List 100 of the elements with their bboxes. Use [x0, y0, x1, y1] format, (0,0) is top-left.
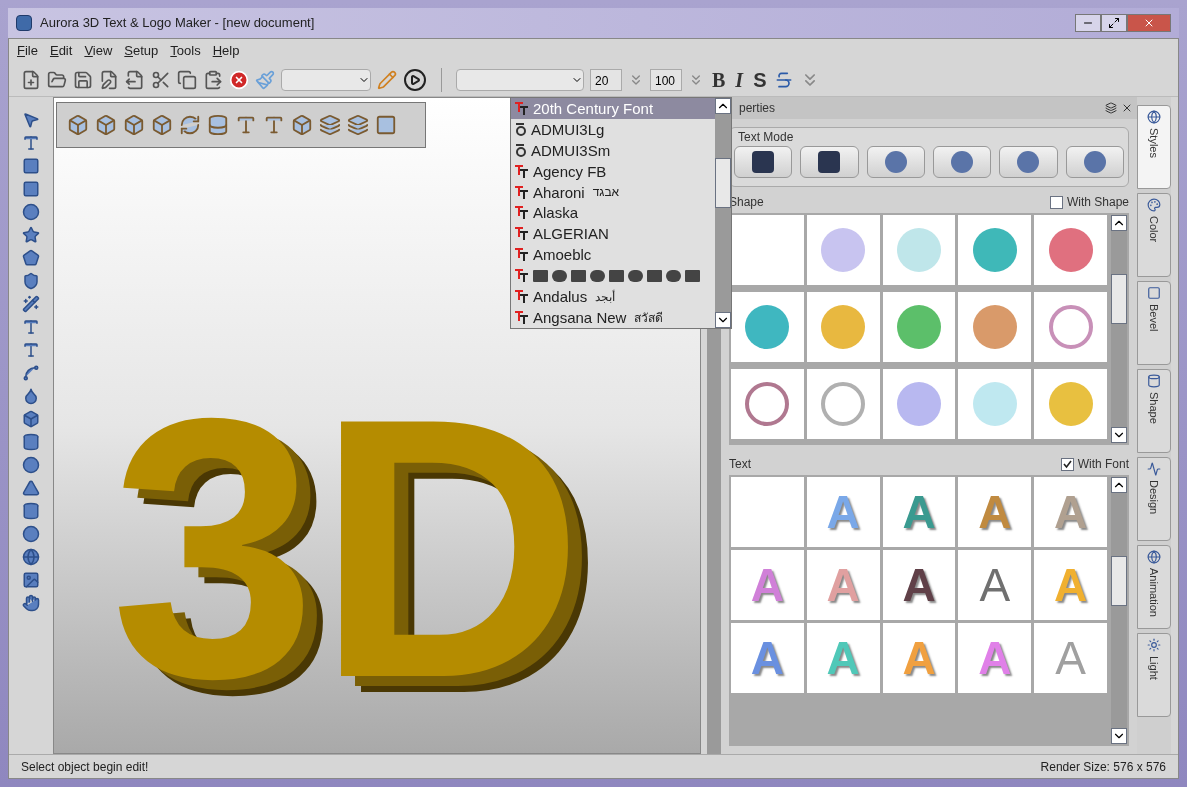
paste-icon[interactable]: [203, 69, 223, 90]
float-icon[interactable]: [1105, 102, 1117, 114]
side-tab[interactable]: Light: [1137, 633, 1171, 717]
text-style-swatch[interactable]: A: [882, 550, 956, 620]
side-tab[interactable]: Shape: [1137, 369, 1171, 453]
tool-icon[interactable]: [22, 594, 40, 612]
tool-icon[interactable]: [22, 456, 40, 474]
tool-icon[interactable]: [22, 180, 40, 198]
shape-swatch[interactable]: [882, 292, 956, 362]
menu-item[interactable]: Setup: [124, 41, 159, 61]
toolbar-icon[interactable]: [179, 114, 201, 136]
scroll-down-icon[interactable]: [1111, 728, 1127, 744]
shadow-button[interactable]: S: [751, 64, 769, 95]
shape-swatch[interactable]: [1034, 292, 1107, 362]
shape-swatch[interactable]: [1034, 369, 1107, 439]
tool-icon[interactable]: [22, 548, 40, 566]
shape-swatch[interactable]: [731, 292, 804, 362]
scrollbar-thumb[interactable]: [715, 158, 731, 208]
shape-swatch[interactable]: [882, 215, 956, 285]
scroll-down-icon[interactable]: [715, 312, 731, 328]
scroll-up-icon[interactable]: [1111, 477, 1127, 493]
checkbox[interactable]: [1060, 457, 1074, 471]
toolbar-icon[interactable]: [263, 114, 285, 136]
export-icon[interactable]: [125, 69, 145, 90]
shape-swatch[interactable]: [958, 215, 1032, 285]
tool-icon[interactable]: [22, 410, 40, 428]
side-tab[interactable]: Styles: [1137, 105, 1171, 189]
tool-icon[interactable]: [22, 341, 40, 359]
menu-item[interactable]: File: [17, 41, 38, 61]
font-list-item[interactable]: ADMUI3Sm: [511, 139, 715, 161]
open-folder-icon[interactable]: [47, 69, 67, 90]
tool-icon[interactable]: [22, 318, 40, 336]
copy-icon[interactable]: [177, 69, 197, 90]
save-as-icon[interactable]: [99, 69, 119, 90]
save-icon[interactable]: [73, 69, 93, 90]
delete-icon[interactable]: [229, 69, 249, 90]
italic-button[interactable]: I: [733, 64, 746, 95]
shape-swatch[interactable]: [958, 292, 1032, 362]
shape-swatch[interactable]: [731, 215, 804, 285]
toolbar-icon[interactable]: [151, 114, 173, 136]
font-list-item[interactable]: Agency FB: [511, 160, 715, 182]
font-list-item[interactable]: Amoeblc: [511, 244, 715, 266]
tool-icon[interactable]: [22, 249, 40, 267]
tool-icon[interactable]: [22, 134, 40, 152]
tool-icon[interactable]: [22, 111, 40, 129]
menu-item[interactable]: Tools: [170, 41, 201, 61]
tool-icon[interactable]: [22, 157, 40, 175]
toolbar-icon[interactable]: [207, 114, 229, 136]
tool-icon[interactable]: [22, 502, 40, 520]
toolbar-icon[interactable]: [95, 114, 117, 136]
scrollbar[interactable]: [715, 98, 731, 328]
toolbar-icon[interactable]: [235, 114, 257, 136]
maximize-button[interactable]: [1101, 14, 1127, 32]
side-tab[interactable]: Bevel: [1137, 281, 1171, 365]
side-tab[interactable]: Color: [1137, 193, 1171, 277]
tool-icon[interactable]: [22, 272, 40, 290]
minimize-button[interactable]: [1075, 14, 1101, 32]
font-list-item[interactable]: Alaska: [511, 202, 715, 224]
text-mode-button[interactable]: [734, 146, 793, 178]
tool-icon[interactable]: [22, 525, 40, 543]
new-file-icon[interactable]: [21, 69, 41, 90]
scrollbar-thumb[interactable]: [1111, 555, 1127, 606]
bold-button[interactable]: B: [710, 64, 728, 95]
scroll-up-icon[interactable]: [1111, 215, 1127, 231]
tool-icon[interactable]: [22, 364, 40, 382]
tool-icon[interactable]: [22, 571, 40, 589]
scale-field[interactable]: 100: [650, 68, 682, 91]
font-size-field[interactable]: 20: [590, 68, 622, 91]
toolbar-icon[interactable]: [347, 114, 369, 136]
scrollbar[interactable]: [1111, 215, 1127, 443]
scroll-up-icon[interactable]: [715, 98, 731, 114]
tool-icon[interactable]: [22, 387, 40, 405]
menu-item[interactable]: Help: [212, 41, 240, 61]
font-list-item[interactable]: ALGERIAN: [511, 223, 715, 245]
shape-swatch[interactable]: [958, 369, 1032, 439]
shape-swatch[interactable]: [806, 215, 880, 285]
shape-swatch[interactable]: [731, 369, 804, 439]
shape-swatch[interactable]: [806, 369, 880, 439]
text-style-swatch[interactable]: [731, 477, 804, 547]
toolbar-icon[interactable]: [319, 114, 341, 136]
side-tab[interactable]: Animation: [1137, 545, 1171, 629]
toolbar-icon[interactable]: [67, 114, 89, 136]
tool-icon[interactable]: [22, 295, 40, 313]
toolbar-icon[interactable]: [123, 114, 145, 136]
play-icon[interactable]: [403, 67, 427, 92]
checkbox[interactable]: [1049, 195, 1063, 209]
scissors-icon[interactable]: [151, 69, 171, 90]
scroll-down-icon[interactable]: [1111, 427, 1127, 443]
tool-icon[interactable]: [22, 226, 40, 244]
shape-swatch[interactable]: [882, 369, 956, 439]
font-list-item[interactable]: Angsana New สวัสดี: [511, 307, 715, 328]
scrollbar[interactable]: [1111, 477, 1127, 744]
text-mode-button[interactable]: [800, 146, 859, 178]
tool-icon[interactable]: [22, 433, 40, 451]
font-list-item[interactable]: ADMUI3Lg: [511, 118, 715, 140]
side-tab[interactable]: Design: [1137, 457, 1171, 541]
text-style-swatch[interactable]: A: [958, 550, 1032, 620]
close-icon[interactable]: [1121, 102, 1133, 114]
toolbar-icon[interactable]: [291, 114, 313, 136]
tool-icon[interactable]: [22, 479, 40, 497]
